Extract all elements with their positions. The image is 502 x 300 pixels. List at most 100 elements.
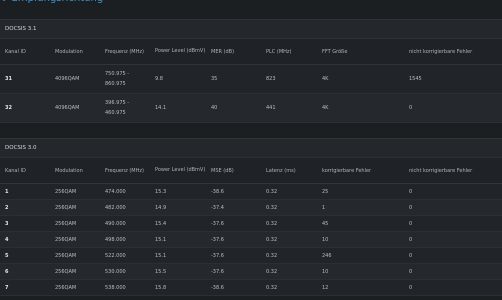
- cell-frequenz: 522.000: [100, 247, 150, 264]
- cell-plc: 823: [261, 64, 317, 94]
- cell-power: 15.3: [150, 183, 206, 200]
- table-row: 32 4096QAM 396.975 - 460.975 14.1 40 441…: [0, 93, 502, 123]
- cell-kanal: 4: [0, 231, 50, 248]
- cell-fehler: 0: [404, 199, 502, 216]
- col-header: nicht korrigierbare Fehler: [404, 158, 502, 184]
- cell-power: 15.1: [150, 231, 206, 248]
- table-row: 3 256QAM 490.000 15.4 -37.6 0.32 45 0: [0, 215, 502, 232]
- cell-kanal: 7: [0, 279, 50, 296]
- col-header: Frequenz (MHz): [100, 158, 150, 184]
- cell-korrigierbar: 246: [317, 247, 404, 264]
- cell-mse: -37.6: [206, 247, 261, 264]
- docsis31-table: Kanal ID Modulation Frequenz (MHz) Power…: [0, 39, 502, 123]
- cell-frequenz: 474.000: [100, 183, 150, 200]
- cell-kanal: 3: [0, 215, 50, 232]
- cell-korrigierbar: 45: [317, 215, 404, 232]
- cell-plc: 441: [261, 93, 317, 123]
- cell-fehler: 0: [404, 279, 502, 296]
- cell-latenz: 0.32: [261, 215, 317, 232]
- cell-mse: -37.4: [206, 199, 261, 216]
- col-header: MSE (dB): [206, 158, 261, 184]
- cell-modulation: 256QAM: [50, 215, 100, 232]
- col-header: Modulation: [50, 39, 100, 65]
- cell-frequenz: 490.000: [100, 215, 150, 232]
- col-header: Kanal ID: [0, 39, 50, 65]
- cell-latenz: 0.32: [261, 199, 317, 216]
- col-header: nicht korrigierbare Fehler: [404, 39, 502, 65]
- col-header: MER (dB): [206, 39, 261, 65]
- page-title: ↓ Empfangsrichtung: [0, 0, 103, 9]
- col-header: FFT Größe: [317, 39, 404, 65]
- docsis31-header-row: Kanal ID Modulation Frequenz (MHz) Power…: [0, 39, 502, 65]
- cell-fehler: 0: [404, 215, 502, 232]
- table-row: 4 256QAM 498.000 15.1 -37.6 0.32 10 0: [0, 231, 502, 248]
- cell-modulation: 256QAM: [50, 279, 100, 296]
- cell-kanal: 31: [0, 64, 50, 94]
- cell-frequenz: 538.000: [100, 279, 150, 296]
- cell-fehler: 0: [404, 263, 502, 280]
- cell-fehler: 0: [404, 231, 502, 248]
- table-row: 6 256QAM 530.000 15.5 -37.6 0.32 10 0: [0, 263, 502, 280]
- cell-frequenz: 750.975 - 860.975: [100, 64, 150, 94]
- cell-modulation: 256QAM: [50, 199, 100, 216]
- cell-modulation: 4096QAM: [50, 93, 100, 123]
- cell-frequenz: 482.000: [100, 199, 150, 216]
- cell-kanal: 5: [0, 247, 50, 264]
- cell-frequenz: 498.000: [100, 231, 150, 248]
- cell-latenz: 0.32: [261, 279, 317, 296]
- cell-kanal: 2: [0, 199, 50, 216]
- docsis30-header-row: Kanal ID Modulation Frequenz (MHz) Power…: [0, 158, 502, 184]
- docsis30-section: DOCSIS 3.0 Kanal ID Modulation Frequenz …: [0, 138, 502, 296]
- cell-fehler: 0: [404, 183, 502, 200]
- col-header: Kanal ID: [0, 158, 50, 184]
- docsis30-heading: DOCSIS 3.0: [0, 139, 502, 158]
- cell-mse: -38.6: [206, 183, 261, 200]
- cell-kanal: 6: [0, 263, 50, 280]
- cell-frequenz: 396.975 - 460.975: [100, 93, 150, 123]
- table-row: 7 256QAM 538.000 15.8 -38.6 0.32 12 0: [0, 279, 502, 296]
- cell-mse: -37.6: [206, 231, 261, 248]
- cell-latenz: 0.32: [261, 183, 317, 200]
- cell-mse: -37.6: [206, 215, 261, 232]
- col-header-text: Power Level (dBmV): [155, 167, 206, 173]
- docsis30-table: Kanal ID Modulation Frequenz (MHz) Power…: [0, 158, 502, 296]
- cell-fft: 4K: [317, 64, 404, 94]
- table-row: 5 256QAM 522.000 15.1 -37.6 0.32 246 0: [0, 247, 502, 264]
- cell-kanal: 32: [0, 93, 50, 123]
- cell-modulation: 256QAM: [50, 263, 100, 280]
- cell-korrigierbar: 10: [317, 263, 404, 280]
- docsis31-heading: DOCSIS 3.1: [0, 20, 502, 39]
- cell-korrigierbar: 10: [317, 231, 404, 248]
- cell-modulation: 256QAM: [50, 247, 100, 264]
- cell-power: 9.8: [150, 64, 206, 94]
- cell-kanal: 1: [0, 183, 50, 200]
- col-header: Power Level (dBmV): [150, 39, 206, 65]
- cell-mer: 40: [206, 93, 261, 123]
- cell-latenz: 0.32: [261, 231, 317, 248]
- cell-modulation: 256QAM: [50, 231, 100, 248]
- cell-fehler: 1545: [404, 64, 502, 94]
- cell-latenz: 0.32: [261, 263, 317, 280]
- col-header: Latenz (ms): [261, 158, 317, 184]
- cell-power: 15.5: [150, 263, 206, 280]
- cell-korrigierbar: 12: [317, 279, 404, 296]
- table-row: 31 4096QAM 750.975 - 860.975 9.8 35 823 …: [0, 64, 502, 94]
- cell-mer: 35: [206, 64, 261, 94]
- cell-power: 15.1: [150, 247, 206, 264]
- table-row: 1 256QAM 474.000 15.3 -38.6 0.32 25 0: [0, 183, 502, 200]
- cell-power: 15.4: [150, 215, 206, 232]
- cell-fehler: 0: [404, 247, 502, 264]
- cell-power: 15.8: [150, 279, 206, 296]
- docsis31-section: DOCSIS 3.1 Kanal ID Modulation Frequenz …: [0, 19, 502, 123]
- col-header-text: Power Level (dBmV): [155, 48, 206, 54]
- cell-latenz: 0.32: [261, 247, 317, 264]
- cell-mse: -37.6: [206, 263, 261, 280]
- cell-korrigierbar: 25: [317, 183, 404, 200]
- cell-modulation: 256QAM: [50, 183, 100, 200]
- cell-power: 14.9: [150, 199, 206, 216]
- cell-korrigierbar: 1: [317, 199, 404, 216]
- cell-modulation: 4096QAM: [50, 64, 100, 94]
- cell-fft: 4K: [317, 93, 404, 123]
- col-header: Power Level (dBmV): [150, 158, 206, 184]
- cell-frequenz: 530.000: [100, 263, 150, 280]
